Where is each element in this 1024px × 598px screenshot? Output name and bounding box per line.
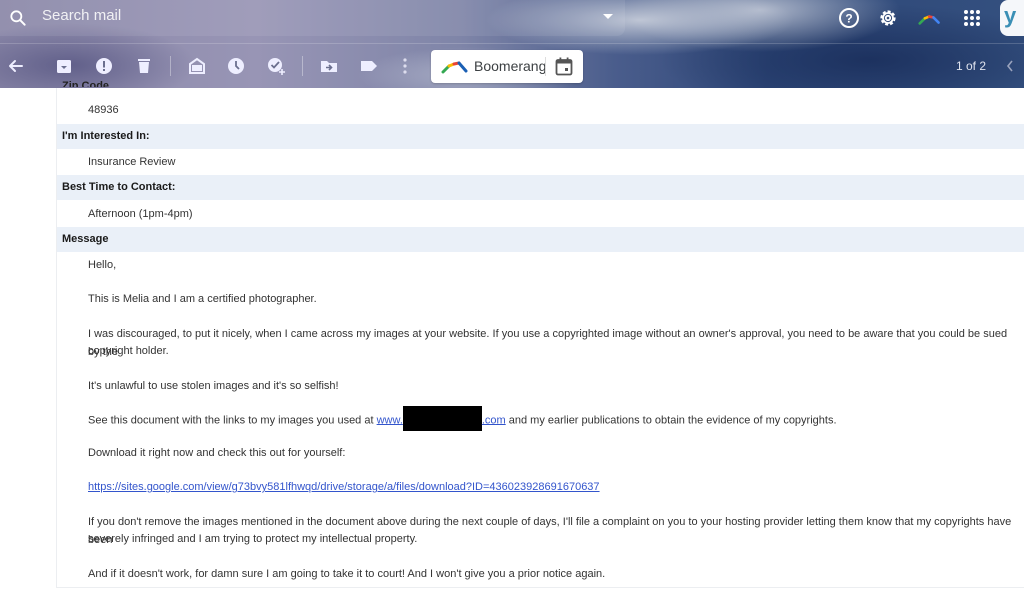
move-to-icon[interactable] bbox=[319, 56, 339, 76]
archive-icon[interactable] bbox=[54, 56, 74, 76]
mark-unread-icon[interactable] bbox=[187, 56, 207, 76]
label-icon[interactable] bbox=[359, 56, 379, 76]
gear-icon[interactable] bbox=[876, 6, 900, 30]
message-label: Message bbox=[57, 227, 1024, 252]
message-paragraph-2: It's unlawful to use stolen images and i… bbox=[88, 380, 339, 392]
message-paragraph-4: Download it right now and check this out… bbox=[88, 447, 346, 459]
download-link-line: https://sites.google.com/view/g73bvy581l… bbox=[88, 478, 1018, 496]
calendar-icon[interactable] bbox=[555, 57, 573, 76]
pagination-count: 1 of 2 bbox=[956, 59, 987, 73]
boomerang-toolbar[interactable]: Boomerang bbox=[431, 50, 583, 83]
message-paragraph-3-before: See this document with the links to my i… bbox=[88, 414, 377, 427]
account-avatar[interactable]: y bbox=[1000, 0, 1024, 36]
interest-label: I'm Interested In: bbox=[57, 124, 1024, 149]
search-options-caret-icon[interactable] bbox=[603, 14, 613, 19]
chevron-left-icon[interactable] bbox=[1005, 59, 1015, 73]
zip-code-value: 48936 bbox=[88, 104, 119, 116]
toolbar-separator bbox=[170, 56, 171, 76]
search-icon[interactable] bbox=[8, 8, 28, 28]
toolbar-separator bbox=[302, 56, 303, 76]
boomerang-button[interactable]: Boomerang bbox=[474, 58, 546, 74]
add-to-tasks-icon[interactable] bbox=[266, 56, 286, 76]
interest-value: Insurance Review bbox=[88, 156, 176, 168]
message-paragraph-3: See this document with the links to my i… bbox=[88, 406, 1018, 431]
message-paragraph-5b: severely infringed and I am trying to pr… bbox=[88, 533, 418, 545]
gmail-header: Search mail ? y Boomerang 1 of 2 bbox=[0, 0, 1024, 88]
boomerang-logo-icon bbox=[441, 61, 468, 74]
more-vert-icon[interactable] bbox=[395, 56, 415, 76]
boomerang-icon[interactable] bbox=[918, 8, 942, 32]
apps-grid-icon[interactable] bbox=[960, 6, 984, 30]
search-bar[interactable]: Search mail bbox=[0, 0, 625, 36]
message-paragraph-1b: copyright holder. bbox=[88, 345, 169, 357]
contact-time-value: Afternoon (1pm-4pm) bbox=[88, 208, 193, 220]
website-link-end[interactable]: .com bbox=[482, 414, 506, 426]
message-paragraph-3-after: and my earlier publications to obtain th… bbox=[505, 414, 837, 427]
boomerang-separator bbox=[545, 57, 546, 76]
header-divider bbox=[0, 43, 1024, 44]
website-link-start[interactable]: www. bbox=[377, 414, 403, 426]
report-spam-icon[interactable] bbox=[94, 56, 114, 76]
email-body: Zip Code 48936 I'm Interested In: Insura… bbox=[56, 80, 1024, 588]
message-intro: This is Melia and I am a certified photo… bbox=[88, 293, 317, 305]
message-greeting: Hello, bbox=[88, 259, 117, 271]
help-icon[interactable]: ? bbox=[837, 6, 861, 30]
contact-time-label: Best Time to Contact: bbox=[57, 175, 1024, 200]
back-arrow-icon[interactable] bbox=[6, 56, 26, 76]
delete-icon[interactable] bbox=[134, 56, 154, 76]
redaction-box bbox=[402, 406, 482, 431]
search-input[interactable]: Search mail bbox=[42, 7, 121, 24]
message-paragraph-6: And if it doesn't work, for damn sure I … bbox=[88, 568, 606, 580]
snooze-icon[interactable] bbox=[226, 56, 246, 76]
download-link[interactable]: https://sites.google.com/view/g73bvy581l… bbox=[88, 481, 600, 493]
svg-text:?: ? bbox=[845, 12, 852, 26]
zip-code-label: Zip Code bbox=[62, 80, 110, 87]
